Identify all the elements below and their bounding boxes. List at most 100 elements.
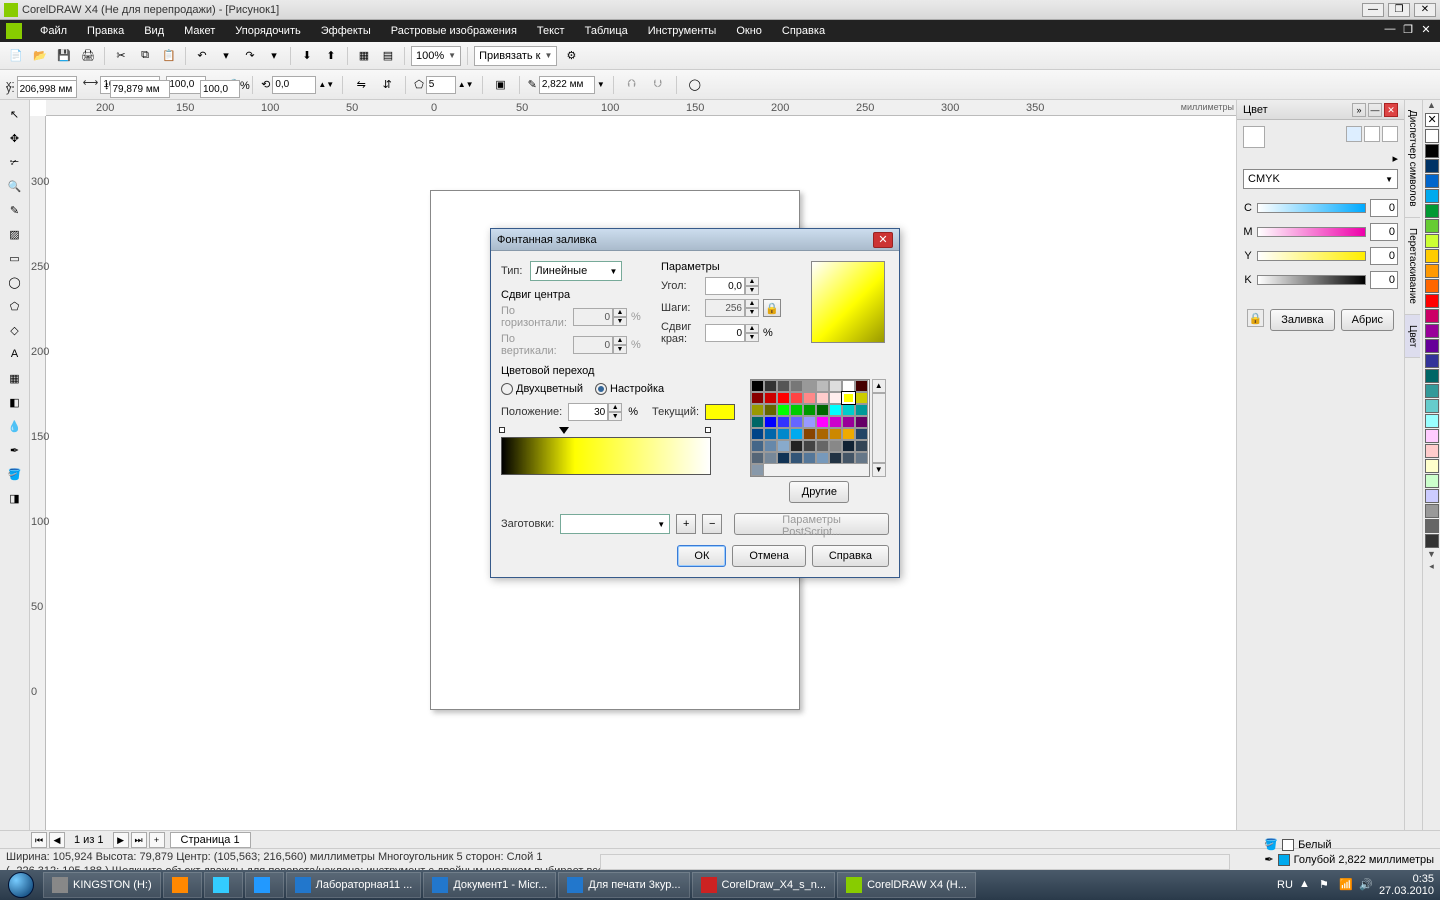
grid-swatch[interactable]: [764, 392, 777, 404]
menu-окно[interactable]: Окно: [726, 23, 772, 39]
vtab-2[interactable]: Цвет: [1405, 315, 1420, 358]
grid-swatch[interactable]: [816, 380, 829, 392]
import-icon[interactable]: ⬇: [297, 46, 317, 66]
taskbar-item[interactable]: [204, 872, 243, 898]
grid-swatch[interactable]: [855, 440, 868, 452]
interactive-tool-icon[interactable]: ◧: [2, 391, 28, 413]
menu-файл[interactable]: Файл: [30, 23, 77, 39]
grid-swatch[interactable]: [751, 428, 764, 440]
grid-swatch[interactable]: [790, 440, 803, 452]
preset-remove-button[interactable]: −: [702, 514, 722, 534]
palette-swatch[interactable]: [1425, 459, 1439, 473]
table-tool-icon[interactable]: ▦: [2, 367, 28, 389]
fill-tool-icon[interactable]: 🪣: [2, 463, 28, 485]
pos-y-input[interactable]: [17, 80, 77, 98]
grid-swatch[interactable]: [803, 452, 816, 464]
steps-lock-icon[interactable]: 🔒: [763, 299, 781, 317]
tray-volume-icon[interactable]: 🔊: [1359, 878, 1373, 892]
redo-icon[interactable]: ↷: [240, 46, 260, 66]
palette-swatch[interactable]: [1425, 249, 1439, 263]
docker-collapse-icon[interactable]: »: [1352, 103, 1366, 117]
grid-swatch[interactable]: [790, 428, 803, 440]
presets-select[interactable]: ▼: [560, 514, 670, 534]
grid-swatch[interactable]: [764, 452, 777, 464]
sides-input[interactable]: [426, 76, 456, 94]
interactive-fill-icon[interactable]: ◨: [2, 487, 28, 509]
grid-swatch[interactable]: [751, 392, 764, 404]
menu-упорядочить[interactable]: Упорядочить: [225, 23, 310, 39]
docker-menu-icon[interactable]: ▸: [1392, 153, 1398, 165]
undo-icon[interactable]: ↶: [192, 46, 212, 66]
pick-tool-icon[interactable]: ↖: [2, 103, 28, 125]
wrap-icon[interactable]: ▣: [491, 75, 511, 95]
grid-swatch[interactable]: [829, 428, 842, 440]
docker-min-icon[interactable]: —: [1368, 103, 1382, 117]
ruler-horizontal[interactable]: 20015010050 050100150 200250300350 милли…: [46, 100, 1236, 116]
no-color-swatch[interactable]: ✕: [1425, 113, 1439, 127]
channel-K-slider[interactable]: [1257, 275, 1366, 285]
palette-swatch[interactable]: [1425, 174, 1439, 188]
grid-swatch[interactable]: [777, 428, 790, 440]
grid-swatch[interactable]: [855, 392, 868, 404]
palette-swatch[interactable]: [1425, 234, 1439, 248]
channel-Y-slider[interactable]: [1257, 251, 1366, 261]
type-select[interactable]: Линейные▼: [530, 261, 622, 281]
palette-swatch[interactable]: [1425, 339, 1439, 353]
other-colors-button[interactable]: Другие: [789, 481, 849, 503]
smartfill-tool-icon[interactable]: ▨: [2, 223, 28, 245]
grid-swatch[interactable]: [751, 380, 764, 392]
copy-icon[interactable]: ⧉: [135, 46, 155, 66]
palette-swatch[interactable]: [1425, 504, 1439, 518]
palette-swatch[interactable]: [1425, 294, 1439, 308]
palette-swatch[interactable]: [1425, 444, 1439, 458]
options-icon[interactable]: ⚙: [561, 46, 581, 66]
current-color-swatch[interactable]: [1243, 126, 1265, 148]
scale-y-input[interactable]: [200, 80, 240, 98]
tray-network-icon[interactable]: 📶: [1339, 878, 1353, 892]
grid-swatch[interactable]: [842, 404, 855, 416]
new-icon[interactable]: 📄: [6, 46, 26, 66]
page-last-icon[interactable]: ⏭: [131, 832, 147, 848]
paste-icon[interactable]: 📋: [159, 46, 179, 66]
grid-swatch[interactable]: [777, 404, 790, 416]
save-icon[interactable]: 💾: [54, 46, 74, 66]
palette-swatch[interactable]: [1425, 474, 1439, 488]
shape-tool-icon[interactable]: ✥: [2, 127, 28, 149]
grid-swatch[interactable]: [842, 452, 855, 464]
palette-swatch[interactable]: [1425, 399, 1439, 413]
freehand-tool-icon[interactable]: ✎: [2, 199, 28, 221]
palette-view-icon[interactable]: [1382, 126, 1398, 142]
palette-swatch[interactable]: [1425, 129, 1439, 143]
vtab-0[interactable]: Диспетчер символов: [1405, 100, 1420, 218]
lock-icon[interactable]: 🔒: [1247, 309, 1264, 327]
palette-swatch[interactable]: [1425, 309, 1439, 323]
grid-swatch[interactable]: [829, 416, 842, 428]
clock[interactable]: 0:3527.03.2010: [1379, 873, 1434, 897]
palette-swatch[interactable]: [1425, 354, 1439, 368]
current-color-swatch[interactable]: [705, 404, 735, 420]
viewer-view-icon[interactable]: [1364, 126, 1380, 142]
mirror-h-icon[interactable]: ⇋: [351, 75, 371, 95]
outline-swatch[interactable]: [1278, 854, 1290, 866]
preset-add-button[interactable]: +: [676, 514, 696, 534]
grid-swatch[interactable]: [829, 392, 842, 404]
channel-C-slider[interactable]: [1257, 203, 1366, 213]
grid-swatch[interactable]: [777, 440, 790, 452]
text-tool-icon[interactable]: A: [2, 343, 28, 365]
close-button[interactable]: ✕: [1414, 3, 1436, 17]
crop-tool-icon[interactable]: ✃: [2, 151, 28, 173]
menu-эффекты[interactable]: Эффекты: [311, 23, 381, 39]
grid-swatch[interactable]: [829, 404, 842, 416]
basic-shapes-icon[interactable]: ◇: [2, 319, 28, 341]
palette-swatch[interactable]: [1425, 519, 1439, 533]
grid-swatch[interactable]: [803, 428, 816, 440]
palette-swatch[interactable]: [1425, 489, 1439, 503]
menu-макет[interactable]: Макет: [174, 23, 225, 39]
convert-icon[interactable]: ◯: [685, 75, 705, 95]
grid-swatch[interactable]: [829, 452, 842, 464]
vtab-1[interactable]: Перетаскивание: [1405, 218, 1420, 315]
taskbar-item[interactable]: [163, 872, 202, 898]
grid-swatch[interactable]: [777, 380, 790, 392]
docker-close-icon[interactable]: ✕: [1384, 103, 1398, 117]
maximize-button[interactable]: ❐: [1388, 3, 1410, 17]
